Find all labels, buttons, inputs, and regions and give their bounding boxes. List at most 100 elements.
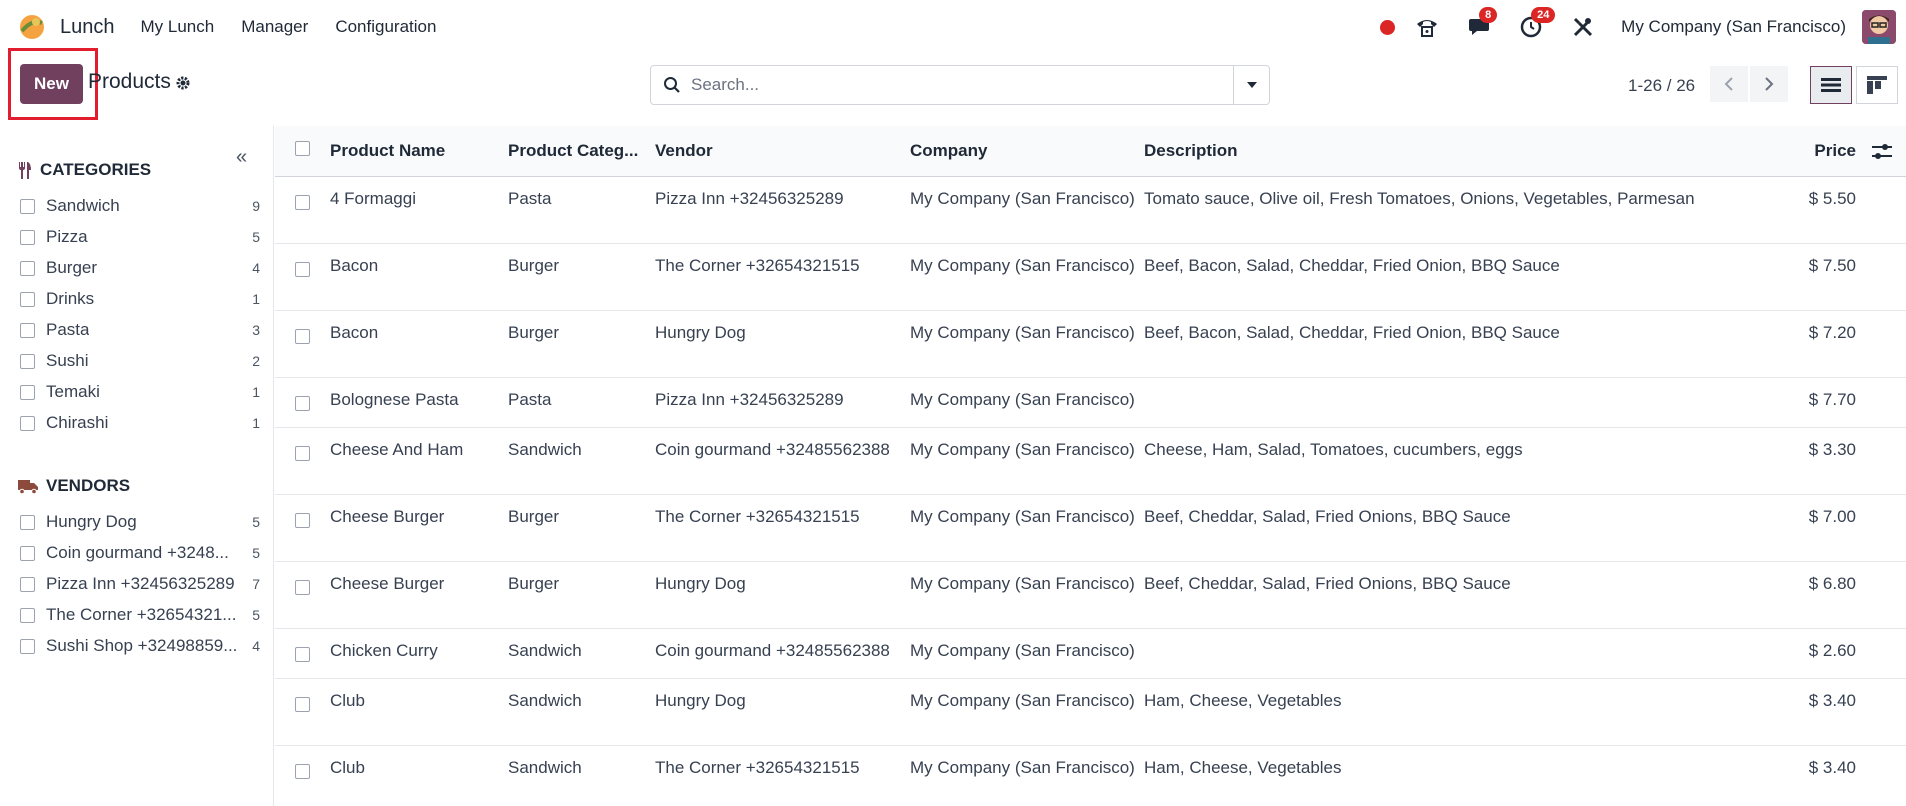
table-row[interactable]: Cheese Burger Burger The Corner +3265432…	[275, 494, 1906, 562]
row-select-cell[interactable]	[275, 628, 330, 679]
cell-price[interactable]: $ 5.50	[1724, 176, 1906, 244]
cell-company[interactable]: My Company (San Francisco)	[910, 176, 1144, 244]
cell-company[interactable]: My Company (San Francisco)	[910, 745, 1144, 806]
column-header-price-cell[interactable]: Price	[1724, 126, 1906, 177]
column-header-description[interactable]: Description	[1144, 126, 1724, 177]
vendor-filter-hungry-dog[interactable]: Hungry Dog 5	[20, 509, 260, 535]
table-row[interactable]: Bacon Burger The Corner +32654321515 My …	[275, 243, 1906, 311]
cell-company[interactable]: My Company (San Francisco)	[910, 310, 1144, 378]
new-button[interactable]: New	[20, 64, 83, 104]
cell-category[interactable]: Sandwich	[508, 745, 655, 806]
user-avatar[interactable]	[1862, 10, 1896, 44]
cell-product-name[interactable]: 4 Formaggi	[330, 176, 508, 244]
cell-price[interactable]: $ 7.50	[1724, 243, 1906, 311]
cell-product-name[interactable]: Cheese Burger	[330, 561, 508, 629]
checkbox[interactable]	[20, 514, 35, 530]
cell-price[interactable]: $ 2.60	[1724, 628, 1906, 679]
cell-category[interactable]: Burger	[508, 243, 655, 311]
row-checkbox[interactable]	[295, 512, 310, 528]
row-checkbox[interactable]	[295, 395, 310, 411]
column-header-vendor[interactable]: Vendor	[655, 126, 910, 177]
table-row[interactable]: Cheese And Ham Sandwich Coin gourmand +3…	[275, 427, 1906, 495]
vendor-filter-the-corner[interactable]: The Corner +32654321... 5	[20, 602, 260, 628]
cell-price[interactable]: $ 7.70	[1724, 377, 1906, 428]
cell-vendor[interactable]: Pizza Inn +32456325289	[655, 176, 910, 244]
checkbox[interactable]	[20, 322, 35, 338]
cell-company[interactable]: My Company (San Francisco)	[910, 628, 1144, 679]
cell-company[interactable]: My Company (San Francisco)	[910, 678, 1144, 746]
row-select-cell[interactable]	[275, 310, 330, 378]
row-select-cell[interactable]	[275, 494, 330, 562]
cell-product-name[interactable]: Cheese And Ham	[330, 427, 508, 495]
row-select-cell[interactable]	[275, 243, 330, 311]
category-filter-temaki[interactable]: Temaki 1	[20, 379, 260, 405]
column-header-company[interactable]: Company	[910, 126, 1144, 177]
app-name[interactable]: Lunch	[60, 16, 115, 39]
table-row[interactable]: 4 Formaggi Pasta Pizza Inn +32456325289 …	[275, 176, 1906, 244]
vendor-filter-pizza-inn[interactable]: Pizza Inn +32456325289 7	[20, 571, 260, 597]
row-select-cell[interactable]	[275, 745, 330, 806]
cell-vendor[interactable]: Coin gourmand +32485562388	[655, 628, 910, 679]
table-row[interactable]: Bacon Burger Hungry Dog My Company (San …	[275, 310, 1906, 378]
cell-description[interactable]: Tomato sauce, Olive oil, Fresh Tomatoes,…	[1144, 176, 1724, 244]
list-view-button[interactable]	[1810, 66, 1852, 104]
collapse-sidebar-icon[interactable]: «	[236, 146, 247, 169]
category-filter-sushi[interactable]: Sushi 2	[20, 348, 260, 374]
cell-category[interactable]: Burger	[508, 561, 655, 629]
messages-icon[interactable]: 8	[1465, 7, 1498, 41]
vendor-filter-coin-gourmand[interactable]: Coin gourmand +3248... 5	[20, 540, 260, 566]
cell-product-name[interactable]: Club	[330, 745, 508, 806]
cell-description[interactable]: Beef, Cheddar, Salad, Fried Onions, BBQ …	[1144, 494, 1724, 562]
checkbox[interactable]	[20, 353, 35, 369]
table-row[interactable]: Bolognese Pasta Pasta Pizza Inn +3245632…	[275, 377, 1906, 428]
gear-icon[interactable]	[175, 75, 191, 96]
kanban-view-button[interactable]	[1856, 66, 1898, 104]
checkbox[interactable]	[20, 607, 35, 623]
category-filter-drinks[interactable]: Drinks 1	[20, 286, 260, 312]
row-select-cell[interactable]	[275, 427, 330, 495]
menu-configuration[interactable]: Configuration	[335, 17, 436, 37]
cell-product-name[interactable]: Cheese Burger	[330, 494, 508, 562]
cell-description[interactable]: Cheese, Ham, Salad, Tomatoes, cucumbers,…	[1144, 427, 1724, 495]
row-select-cell[interactable]	[275, 176, 330, 244]
row-select-cell[interactable]	[275, 377, 330, 428]
search-options-toggle[interactable]	[1233, 66, 1269, 104]
cell-product-name[interactable]: Bacon	[330, 243, 508, 311]
row-select-cell[interactable]	[275, 678, 330, 746]
checkbox[interactable]	[20, 384, 35, 400]
category-filter-sandwich[interactable]: Sandwich 9	[20, 193, 260, 219]
checkbox[interactable]	[20, 260, 35, 276]
menu-my-lunch[interactable]: My Lunch	[141, 17, 215, 37]
cell-price[interactable]: $ 7.00	[1724, 494, 1906, 562]
checkbox[interactable]	[20, 638, 35, 654]
row-checkbox[interactable]	[295, 696, 310, 712]
cell-product-name[interactable]: Bolognese Pasta	[330, 377, 508, 428]
pager-value[interactable]: 1-26 / 26	[1628, 76, 1695, 96]
cell-price[interactable]: $ 7.20	[1724, 310, 1906, 378]
cell-price[interactable]: $ 3.40	[1724, 745, 1906, 806]
pager-next-button[interactable]	[1750, 66, 1788, 102]
row-checkbox[interactable]	[295, 763, 310, 779]
cell-description[interactable]	[1144, 377, 1724, 428]
row-checkbox[interactable]	[295, 445, 310, 461]
checkbox[interactable]	[20, 229, 35, 245]
tools-icon[interactable]	[1569, 13, 1597, 41]
cell-product-name[interactable]: Chicken Curry	[330, 628, 508, 679]
checkbox[interactable]	[20, 576, 35, 592]
pager-previous-button[interactable]	[1710, 66, 1748, 102]
cell-description[interactable]: Beef, Bacon, Salad, Cheddar, Fried Onion…	[1144, 243, 1724, 311]
column-header-category[interactable]: Product Categ...	[508, 126, 655, 177]
cell-vendor[interactable]: The Corner +32654321515	[655, 243, 910, 311]
cell-category[interactable]: Sandwich	[508, 678, 655, 746]
cell-company[interactable]: My Company (San Francisco)	[910, 377, 1144, 428]
cell-vendor[interactable]: Coin gourmand +32485562388	[655, 427, 910, 495]
activities-icon[interactable]: 24	[1517, 7, 1556, 41]
cell-description[interactable]: Ham, Cheese, Vegetables	[1144, 745, 1724, 806]
checkbox[interactable]	[20, 198, 35, 214]
cell-category[interactable]: Sandwich	[508, 427, 655, 495]
checkbox[interactable]	[20, 545, 35, 561]
table-row[interactable]: Club Sandwich Hungry Dog My Company (San…	[275, 678, 1906, 746]
vendor-filter-sushi-shop[interactable]: Sushi Shop +32498859... 4	[20, 633, 260, 659]
cell-vendor[interactable]: The Corner +32654321515	[655, 745, 910, 806]
checkbox[interactable]	[20, 291, 35, 307]
